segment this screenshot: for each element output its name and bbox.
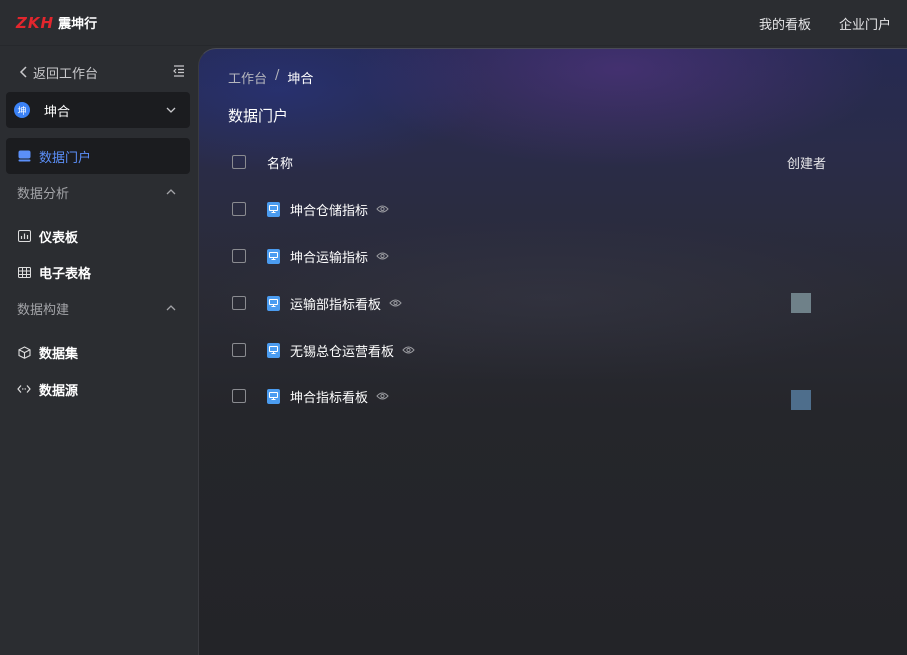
sidebar-item-dashboard[interactable]: 仪表板 [6,218,190,254]
table-row[interactable]: 坤合仓储指标 [199,186,907,232]
enterprise-portal-link[interactable]: 企业门户 [839,14,891,33]
row-checkbox[interactable] [232,296,246,310]
eye-icon[interactable] [389,298,402,308]
table-row[interactable]: 坤合指标看板 [199,373,907,419]
sidebar-item-label: 数据门户 [39,150,92,166]
portal-name: 坤合 [44,104,71,120]
row-name[interactable]: 坤合指标看板 [290,387,368,406]
top-bar: ZKH 震坤行 我的看板 企业门户 [0,0,907,46]
sidebar-item-label: 数据源 [39,383,79,399]
row-name-cell[interactable]: 坤合运输指标 [267,247,389,266]
cube-icon [17,345,31,359]
logo-latin: ZKH [16,13,55,32]
row-name-cell[interactable]: 无锡总仓运营看板 [267,341,415,360]
dashboard-icon [17,229,31,243]
breadcrumb: 工作台 / 坤合 [228,68,313,87]
sidebar-item-label: 电子表格 [39,266,92,282]
main-content: 工作台 / 坤合 数据门户 名称 创建者 坤合仓储指标 坤合运输指标 运输部指标… [198,48,907,655]
dashboard-file-icon [267,201,280,217]
sidebar-item-label: 仪表板 [39,230,79,246]
row-checkbox[interactable] [232,343,246,357]
row-name-cell[interactable]: 坤合仓储指标 [267,200,389,219]
page-title: 数据门户 [228,107,289,125]
table-header: 名称 创建者 [199,139,907,185]
row-name[interactable]: 运输部指标看板 [290,294,381,313]
eye-icon[interactable] [376,391,389,401]
row-name-cell[interactable]: 运输部指标看板 [267,294,402,313]
table-icon [17,265,31,279]
back-label: 返回工作台 [33,66,99,82]
code-icon [17,382,31,396]
logo-cn: 震坤行 [58,17,98,32]
row-checkbox[interactable] [232,389,246,403]
portal-icon [17,149,31,163]
breadcrumb-current: 坤合 [287,72,314,87]
dashboard-file-icon [267,388,280,404]
section-label: 数据构建 [17,302,70,318]
row-name[interactable]: 坤合运输指标 [290,247,368,266]
table-row[interactable]: 无锡总仓运营看板 [199,327,907,373]
portal-selector[interactable]: 坤 坤合 [6,92,190,128]
my-board-link[interactable]: 我的看板 [759,14,811,33]
section-label: 数据分析 [17,186,70,202]
row-name[interactable]: 无锡总仓运营看板 [290,341,394,360]
eye-icon[interactable] [376,251,389,261]
breadcrumb-root[interactable]: 工作台 [228,68,267,87]
portal-avatar: 坤 [14,102,30,118]
row-checkbox[interactable] [232,202,246,216]
sidebar-item-spreadsheet[interactable]: 电子表格 [6,254,190,290]
row-name[interactable]: 坤合仓储指标 [290,200,368,219]
header-name: 名称 [267,156,294,172]
creator-avatar [791,293,811,313]
row-name-cell[interactable]: 坤合指标看板 [267,387,389,406]
eye-icon[interactable] [402,345,415,355]
chevron-up-icon [166,305,176,311]
row-checkbox[interactable] [232,249,246,263]
chevron-down-icon [166,107,176,113]
creator-avatar [791,390,811,410]
eye-icon[interactable] [376,204,389,214]
table-row[interactable]: 坤合运输指标 [199,233,907,279]
section-data-analysis[interactable]: 数据分析 [17,182,177,202]
sidebar-item-datasource[interactable]: 数据源 [6,371,190,407]
header-creator: 创建者 [787,156,827,172]
chevron-up-icon [166,189,176,195]
back-to-workbench[interactable]: 返回工作台 [17,62,187,82]
dashboard-file-icon [267,248,280,264]
section-data-build[interactable]: 数据构建 [17,298,177,318]
dashboard-file-icon [267,342,280,358]
brand-logo[interactable]: ZKH 震坤行 [16,13,98,33]
sidebar: 返回工作台 坤 坤合 数据门户 数据分析 仪表板 电子表格 数据构建 数据集 数… [0,46,198,655]
select-all-checkbox[interactable] [232,155,246,169]
sidebar-item-label: 数据集 [39,346,79,362]
breadcrumb-separator: / [275,68,280,83]
collapse-menu-icon[interactable] [171,63,187,79]
top-nav: 我的看板 企业门户 [759,14,891,33]
sidebar-item-data-portal[interactable]: 数据门户 [6,138,190,174]
table-row[interactable]: 运输部指标看板 [199,280,907,326]
chevron-left-icon [19,66,27,78]
sidebar-item-dataset[interactable]: 数据集 [6,334,190,370]
dashboard-file-icon [267,295,280,311]
